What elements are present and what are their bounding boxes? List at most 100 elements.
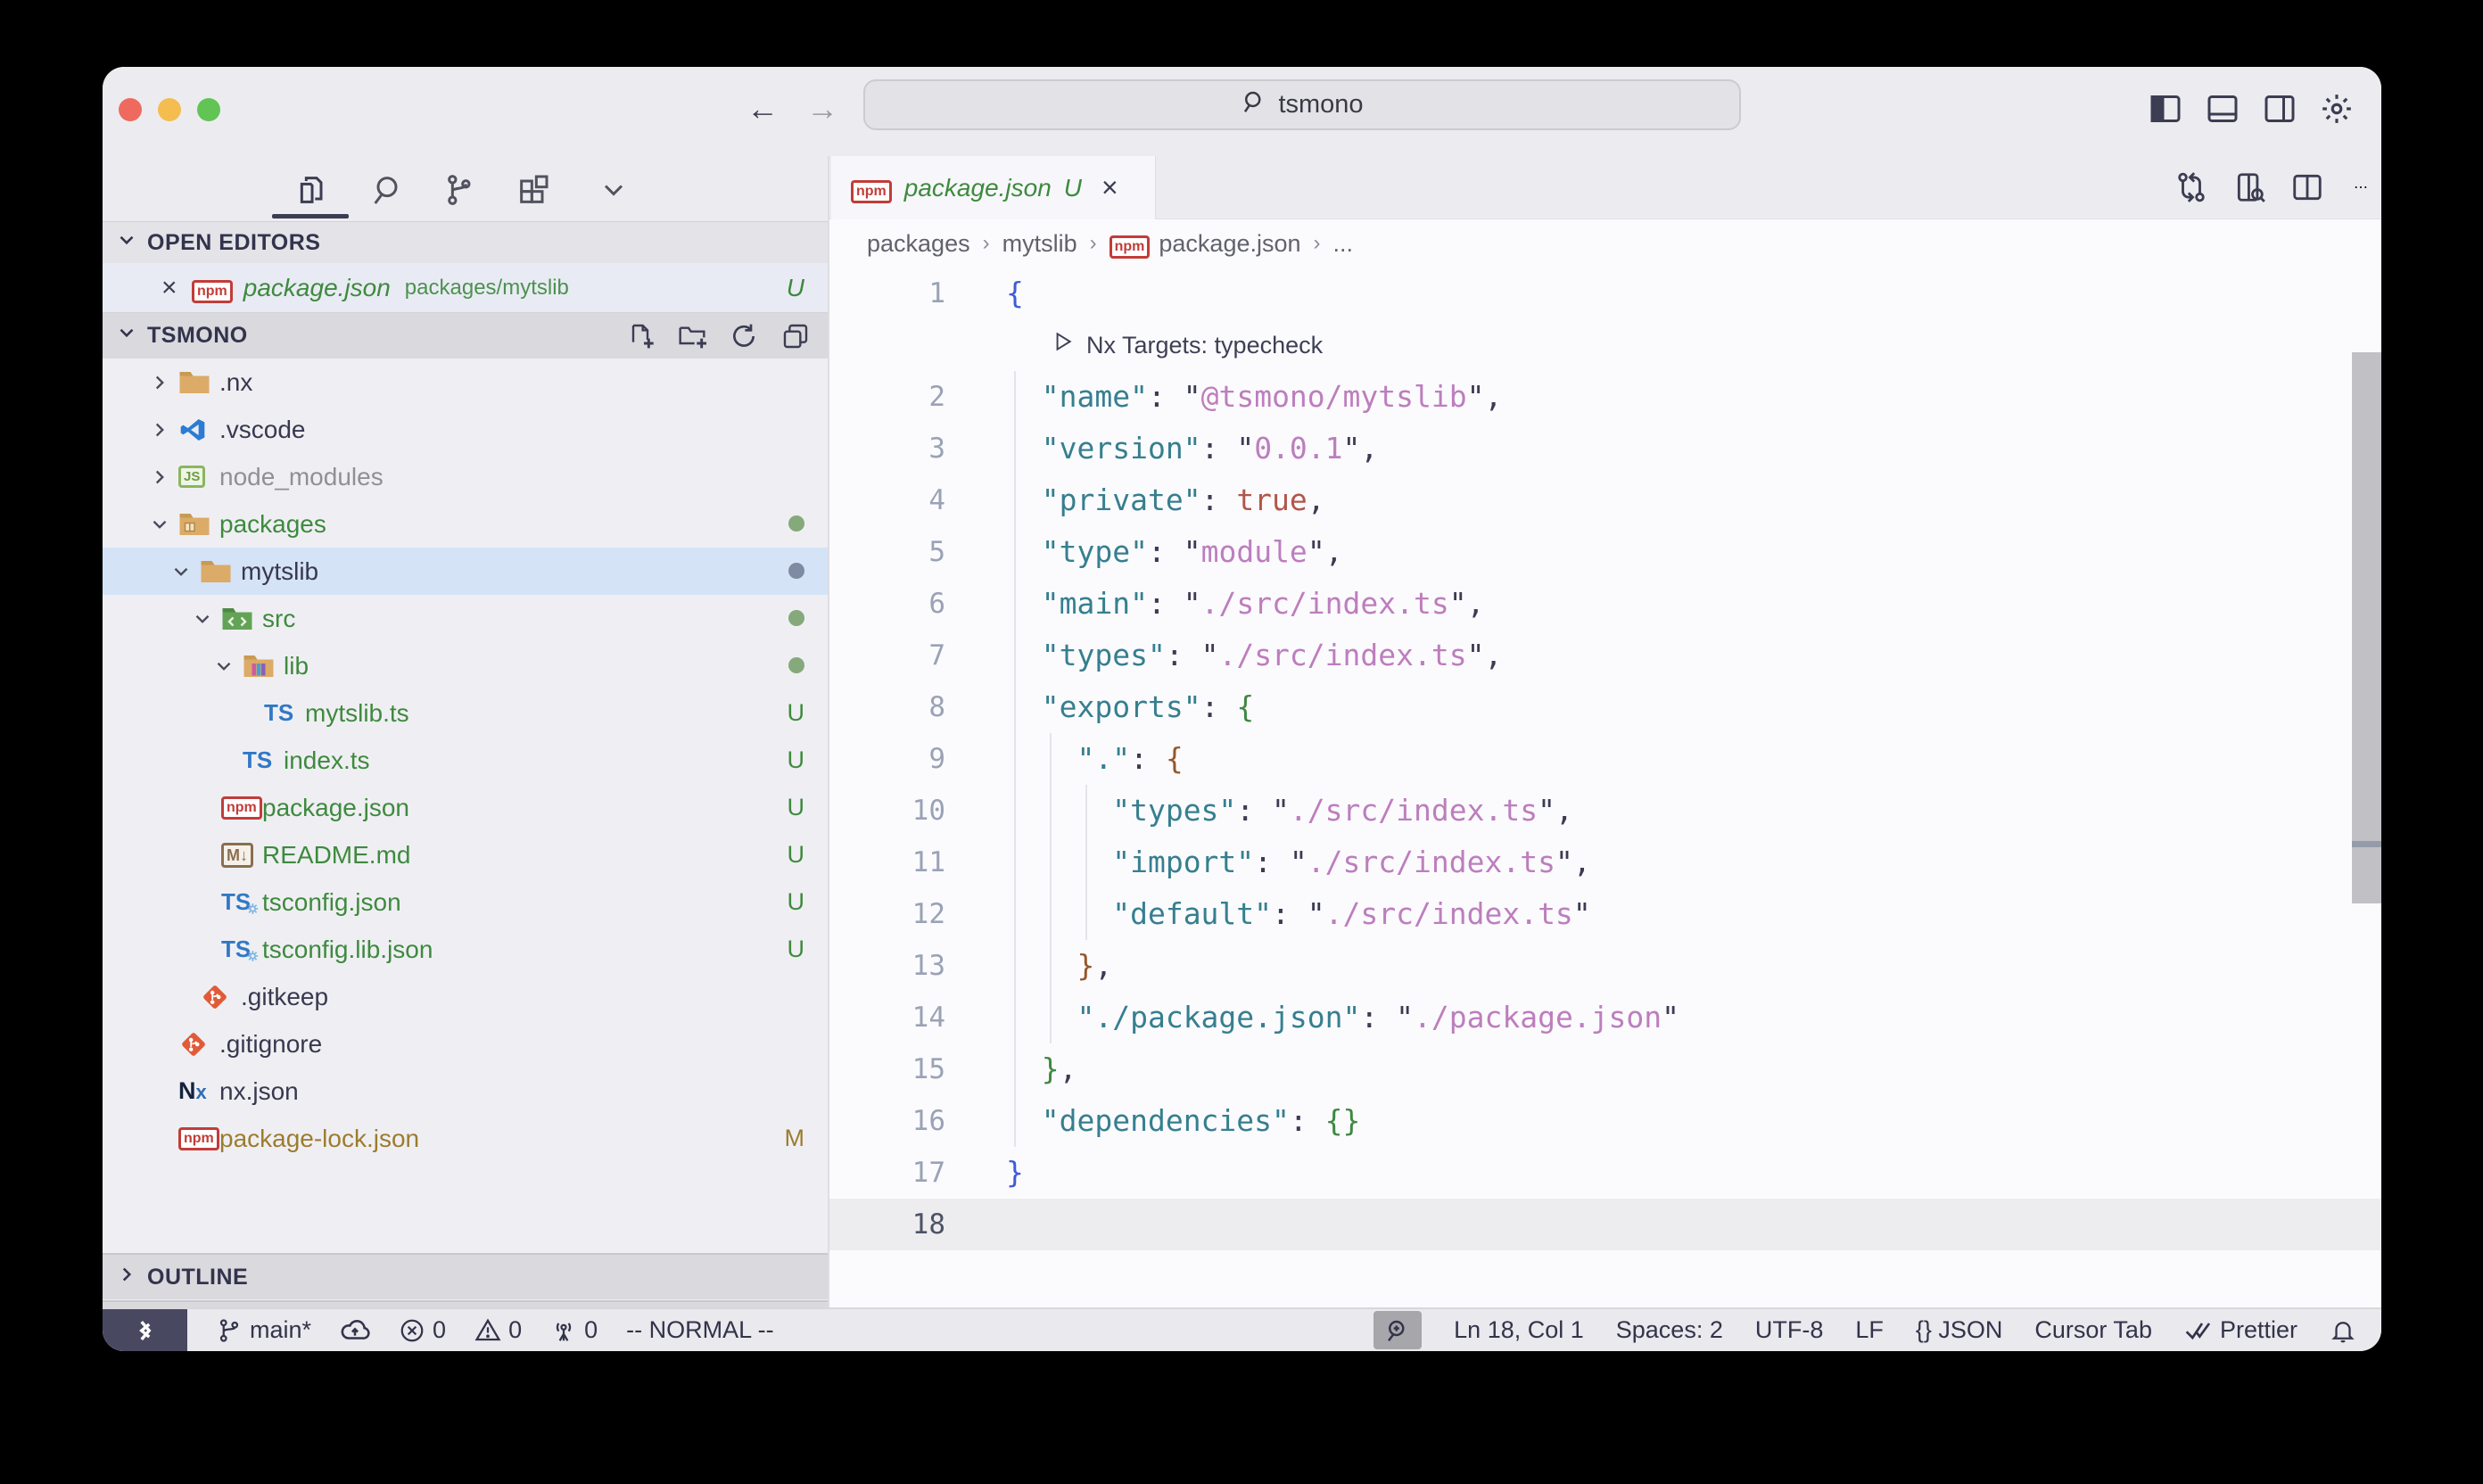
code-line-8[interactable]: 8 "exports": { [829,681,2381,733]
chevron-down-icon[interactable] [590,167,637,213]
refresh-icon[interactable] [728,320,760,352]
tree-item-package-json[interactable]: npmpackage.jsonU [103,784,828,831]
new-file-icon[interactable] [624,320,656,352]
navigate-back-button[interactable]: ← [740,87,785,131]
open-notebook-search-icon[interactable] [2228,165,2273,210]
codelens-nx-targets[interactable]: Nx Targets: typecheck [829,319,2381,371]
tree-item-label: .gitkeep [241,983,328,1011]
status-item-zoom-indicator[interactable] [1373,1311,1422,1349]
status-item-errors[interactable]: 0 [399,1316,446,1344]
traffic-light-minimize[interactable] [158,98,181,121]
status-item-formatter[interactable]: Prettier [2184,1316,2297,1345]
outline-section[interactable]: OUTLINE [103,1253,828,1299]
code-line-3[interactable]: 3 "version": "0.0.1", [829,423,2381,474]
status-item-vim-mode[interactable]: -- NORMAL -- [626,1316,773,1344]
traffic-light-maximize[interactable] [197,98,220,121]
code-line-14[interactable]: 14 "./package.json": "./package.json" [829,992,2381,1043]
code-line-4[interactable]: 4 "private": true, [829,474,2381,526]
chevron-right-icon[interactable] [141,466,178,489]
tab-package-json[interactable]: npm package.json U × [831,156,1156,219]
tree-item-index-ts[interactable]: TSindex.tsU [103,737,828,784]
code-line-2[interactable]: 2 "name": "@tsmono/mytslib", [829,371,2381,423]
status-item-sync[interactable] [340,1315,370,1346]
layout-sidebar-right-icon[interactable] [2259,88,2300,129]
status-item-cursor-tab[interactable]: Cursor Tab [2034,1316,2152,1344]
chevron-right-icon[interactable] [141,371,178,394]
code-line-12[interactable]: 12 "default": "./src/index.ts" [829,888,2381,940]
code-line-17[interactable]: 17} [829,1147,2381,1199]
breadcrumb-item[interactable]: ... [1333,230,1354,258]
split-editor-icon[interactable] [2285,165,2330,210]
gear-icon[interactable] [2316,88,2357,129]
error-icon [399,1317,425,1344]
layout-panel-icon[interactable] [2202,88,2243,129]
source-control-icon[interactable] [435,167,482,213]
breadcrumb-item[interactable]: npmpackage.json [1110,229,1301,259]
tree-item-gitignore[interactable]: .gitignore [103,1020,828,1068]
tree-item-nx-json[interactable]: Nxnx.json [103,1068,828,1115]
status-item-ports[interactable]: 0 [550,1316,598,1344]
status-item-indentation[interactable]: Spaces: 2 [1616,1316,1723,1344]
traffic-light-close[interactable] [119,98,142,121]
chevron-down-icon[interactable] [205,655,243,678]
tree-item-mytslib[interactable]: mytslib [103,548,828,595]
search-view-icon[interactable] [364,167,410,213]
tree-item-readme-md[interactable]: M↓README.mdU [103,831,828,878]
tree-item-tsconfig-json[interactable]: TStsconfig.jsonU [103,878,828,926]
chevron-down-icon[interactable] [162,560,200,583]
compare-changes-icon[interactable] [2169,165,2214,210]
explorer-section-header[interactable]: TSMONO [103,312,828,359]
code-line-16[interactable]: 16 "dependencies": {} [829,1095,2381,1147]
close-icon[interactable]: × [161,273,192,303]
open-editors-header[interactable]: OPEN EDITORS [103,221,828,263]
close-icon[interactable]: × [1101,171,1118,204]
tree-item-vscode[interactable]: .vscode [103,406,828,453]
ellipsis-icon[interactable]: ⋯ [2339,165,2381,210]
breadcrumb-item[interactable]: mytslib [1002,230,1077,258]
status-item-notifications[interactable] [2330,1317,2356,1344]
code-line-5[interactable]: 5 "type": "module", [829,526,2381,578]
tree-item-nx[interactable]: .nx [103,359,828,406]
status-item-remote[interactable] [103,1309,187,1351]
ts-icon: TS [243,746,280,774]
code-line-1[interactable]: 1{ [829,268,2381,319]
chevron-right-icon[interactable] [141,418,178,441]
tree-item-mytslib-ts[interactable]: TSmytslib.tsU [103,689,828,737]
code-line-11[interactable]: 11 "import": "./src/index.ts", [829,837,2381,888]
status-item-language-mode[interactable]: {} JSON [1916,1316,2003,1344]
chevron-down-icon[interactable] [184,607,221,631]
code-line-7[interactable]: 7 "types": "./src/index.ts", [829,630,2381,681]
line-number: 5 [829,526,956,578]
tree-item-label: package-lock.json [219,1125,419,1153]
code-line-9[interactable]: 9 ".": { [829,733,2381,785]
tree-item-packages[interactable]: packages [103,500,828,548]
open-editor-item[interactable]: × npm package.json packages/mytslib U [103,263,828,312]
tree-item-tsconfig-lib-json[interactable]: TStsconfig.lib.jsonU [103,926,828,973]
code-line-15[interactable]: 15 }, [829,1043,2381,1095]
chevron-down-icon[interactable] [141,513,178,536]
layout-sidebar-left-icon[interactable] [2145,88,2186,129]
tree-item-package-lock-json[interactable]: npmpackage-lock.jsonM [103,1115,828,1162]
status-item-warnings[interactable]: 0 [474,1316,522,1344]
breadcrumb-item[interactable]: packages [867,230,970,258]
explorer-icon[interactable] [289,167,335,213]
code-line-13[interactable]: 13 }, [829,940,2381,992]
status-item-encoding[interactable]: UTF-8 [1755,1316,1824,1344]
tree-item-lib[interactable]: lib [103,642,828,689]
code-line-10[interactable]: 10 "types": "./src/index.ts", [829,785,2381,837]
code-line-6[interactable]: 6 "main": "./src/index.ts", [829,578,2381,630]
command-center-search[interactable]: tsmono [863,79,1741,130]
extensions-icon[interactable] [510,167,557,213]
open-editor-filepath: packages/mytslib [405,276,569,301]
code-line-18[interactable]: 18 [829,1199,2381,1250]
status-item-eol[interactable]: LF [1855,1316,1884,1344]
new-folder-icon[interactable] [676,320,708,352]
code-editor[interactable]: 1{Nx Targets: typecheck2 "name": "@tsmon… [829,268,2381,1307]
tree-item-src[interactable]: src [103,595,828,642]
status-item-cursor-position[interactable]: Ln 18, Col 1 [1454,1316,1584,1344]
navigate-forward-button[interactable]: → [800,87,845,131]
tree-item-node-modules[interactable]: JSnode_modules [103,453,828,500]
collapse-all-icon[interactable] [780,320,812,352]
tree-item-gitkeep[interactable]: .gitkeep [103,973,828,1020]
status-item-git-branch[interactable]: main* [216,1316,311,1344]
